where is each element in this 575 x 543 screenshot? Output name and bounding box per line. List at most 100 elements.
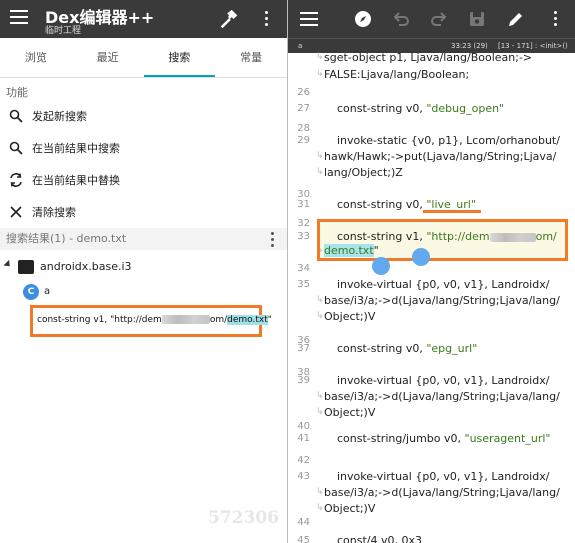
folder-icon [18,260,34,274]
wrap-marker-icon: ↳ [316,311,324,321]
search-in-results-icon [8,140,24,156]
more-options-icon[interactable] [265,11,269,27]
code-line[interactable]: FALSE:Ljava/lang/Boolean; [324,68,469,81]
app-bar: Dex编辑器++ 临时工程 [0,0,287,38]
code-line[interactable]: const-string v0, "epg_url" [337,342,477,355]
status-method-range: [13 - 171] : <init>() [498,42,568,50]
build-hammer-icon[interactable] [218,8,240,30]
line-number: 43 [297,471,310,482]
status-file-name: a [298,42,303,50]
line-number: 29 [297,135,310,146]
close-icon [8,204,24,220]
selection-end-handle[interactable] [412,248,430,266]
save-icon[interactable] [467,9,487,29]
string-literal: "debug_open" [426,102,505,115]
code-line[interactable]: sget-object p1, Ljava/lang/Boolean;-> [324,51,532,64]
line-number: 39 [297,375,310,386]
code-line[interactable]: const/4 v0, 0x3 [337,534,422,543]
line-number: 33 [297,231,310,242]
code-line[interactable]: invoke-virtual {p0, v0, v1}, Landroidx/ [337,470,549,483]
code-line[interactable]: invoke-static {v0, p1}, Lcom/orhanobut/ [337,134,560,147]
wrap-marker-icon: ↳ [316,487,324,497]
code-line[interactable]: base/i3/a;->d(Ljava/lang/String;Ljava/la… [324,486,560,499]
code-token: lang/Object;)Z [324,166,403,179]
editor-more-icon[interactable] [554,11,558,27]
tree-package-row[interactable]: androidx.base.i3 [0,254,287,280]
line-number: 44 [297,517,310,528]
code-token: p1, Ljava/lang/Boolean;-> [389,51,533,64]
status-cursor-position: 33:23 (29) [451,42,488,50]
replace-in-results-label: 在当前结果中替换 [32,174,120,187]
result-prefix: const-string v1, "http://dem [37,315,162,325]
undo-icon[interactable] [391,9,411,29]
result-middle: om/ [209,315,228,325]
code-token: Object;)V [324,310,376,323]
code-editor[interactable]: ↳ sget-object p1, Ljava/lang/Boolean;-> ↳ F… [288,51,575,543]
redacted-blur [161,315,210,324]
results-more-icon[interactable] [271,232,275,248]
line-number: 37 [297,343,310,354]
code-line[interactable]: Object;)V [324,502,375,515]
search-panel: Dex编辑器++ 临时工程 浏览 最近 搜索 常量 功能 发起新搜索 在当前结果… [0,0,287,543]
code-token: base/i3/a;->d(Ljava/lang/String;Ljava/la… [324,390,560,403]
class-name: a [44,286,51,297]
selection-start-handle[interactable] [372,257,390,275]
code-token: hawk/Hawk;->put(Ljava/lang/String;Ljava/ [324,150,557,163]
code-token: invoke-virtual [337,278,416,291]
code-line[interactable]: base/i3/a;->d(Ljava/lang/String;Ljava/la… [324,390,560,403]
clear-search-button[interactable]: 清除搜索 [0,196,287,228]
code-token: {p0, v0, v1}, Landroidx/ [415,470,550,483]
code-line[interactable]: lang/Object;)Z [324,166,403,179]
code-token: base/i3/a;->d(Ljava/lang/String;Ljava/la… [324,486,560,499]
line-number: 42 [297,455,310,466]
line-number: 34 [297,263,310,274]
replace-in-results-button[interactable]: 在当前结果中替换 [0,164,287,196]
string-literal: "useragent_url" [464,432,551,445]
code-line[interactable]: invoke-virtual {p0, v0, v1}, Landroidx/ [337,278,549,291]
line-number: 26 [297,87,310,98]
new-search-button[interactable]: 发起新搜索 [0,100,287,132]
expand-arrow-icon[interactable] [3,259,13,270]
tree-class-row[interactable]: C a [0,280,287,306]
code-line[interactable]: base/i3/a;->d(Ljava/lang/String;Ljava/la… [324,294,560,307]
tab-browse[interactable]: 浏览 [0,38,72,77]
app-subtitle: 临时工程 [45,26,82,36]
code-token: v0, [405,342,427,355]
search-in-results-button[interactable]: 在当前结果中搜索 [0,132,287,164]
code-editor-panel: a 33:23 (29) [13 - 171] : <init>() ↳ sget… [288,0,575,543]
functions-section-label: 功能 [6,86,28,99]
line-number: 27 [297,103,310,114]
wrap-marker-icon: ↳ [316,52,324,62]
code-token: Object;)V [324,406,376,419]
code-token: v0, [405,102,427,115]
new-search-label: 发起新搜索 [32,110,87,123]
clear-search-label: 清除搜索 [32,206,76,219]
line-number: 40 [297,421,310,432]
edit-pencil-icon[interactable] [506,9,526,29]
line-number: 41 [297,433,310,444]
code-token: invoke-static [337,134,411,147]
navigate-compass-icon[interactable] [353,9,373,29]
editor-menu-icon[interactable] [300,12,318,26]
code-line[interactable]: hawk/Hawk;->put(Ljava/lang/String;Ljava/ [324,150,556,163]
code-token: const-string [337,102,406,115]
code-line[interactable]: Object;)V [324,406,375,419]
search-result-item[interactable]: const-string v1, "http://dem om/demo.txt" [30,305,272,337]
code-token: const-string/jumbo [337,432,444,445]
code-line[interactable]: const-string v0, "debug_open" [337,102,504,115]
redo-icon[interactable] [429,9,449,29]
search-results-header: 搜索结果(1) - demo.txt [0,228,287,250]
code-token: v0, [444,432,465,445]
code-token: const-string [337,198,406,211]
code-line[interactable]: const-string/jumbo v0, "useragent_url" [337,432,550,445]
tab-recent[interactable]: 最近 [72,38,144,77]
line-number: 32 [297,218,310,229]
result-match-highlight: demo.txt [227,315,268,325]
code-line[interactable]: Object;)V [324,310,375,323]
tab-constants[interactable]: 常量 [215,38,287,77]
code-line[interactable]: invoke-virtual {p0, v0, v1}, Landroidx/ [337,374,549,387]
tab-search[interactable]: 搜索 [143,38,216,77]
search-icon [8,108,24,124]
menu-icon[interactable] [10,10,28,24]
code-token: const-string [337,342,406,355]
